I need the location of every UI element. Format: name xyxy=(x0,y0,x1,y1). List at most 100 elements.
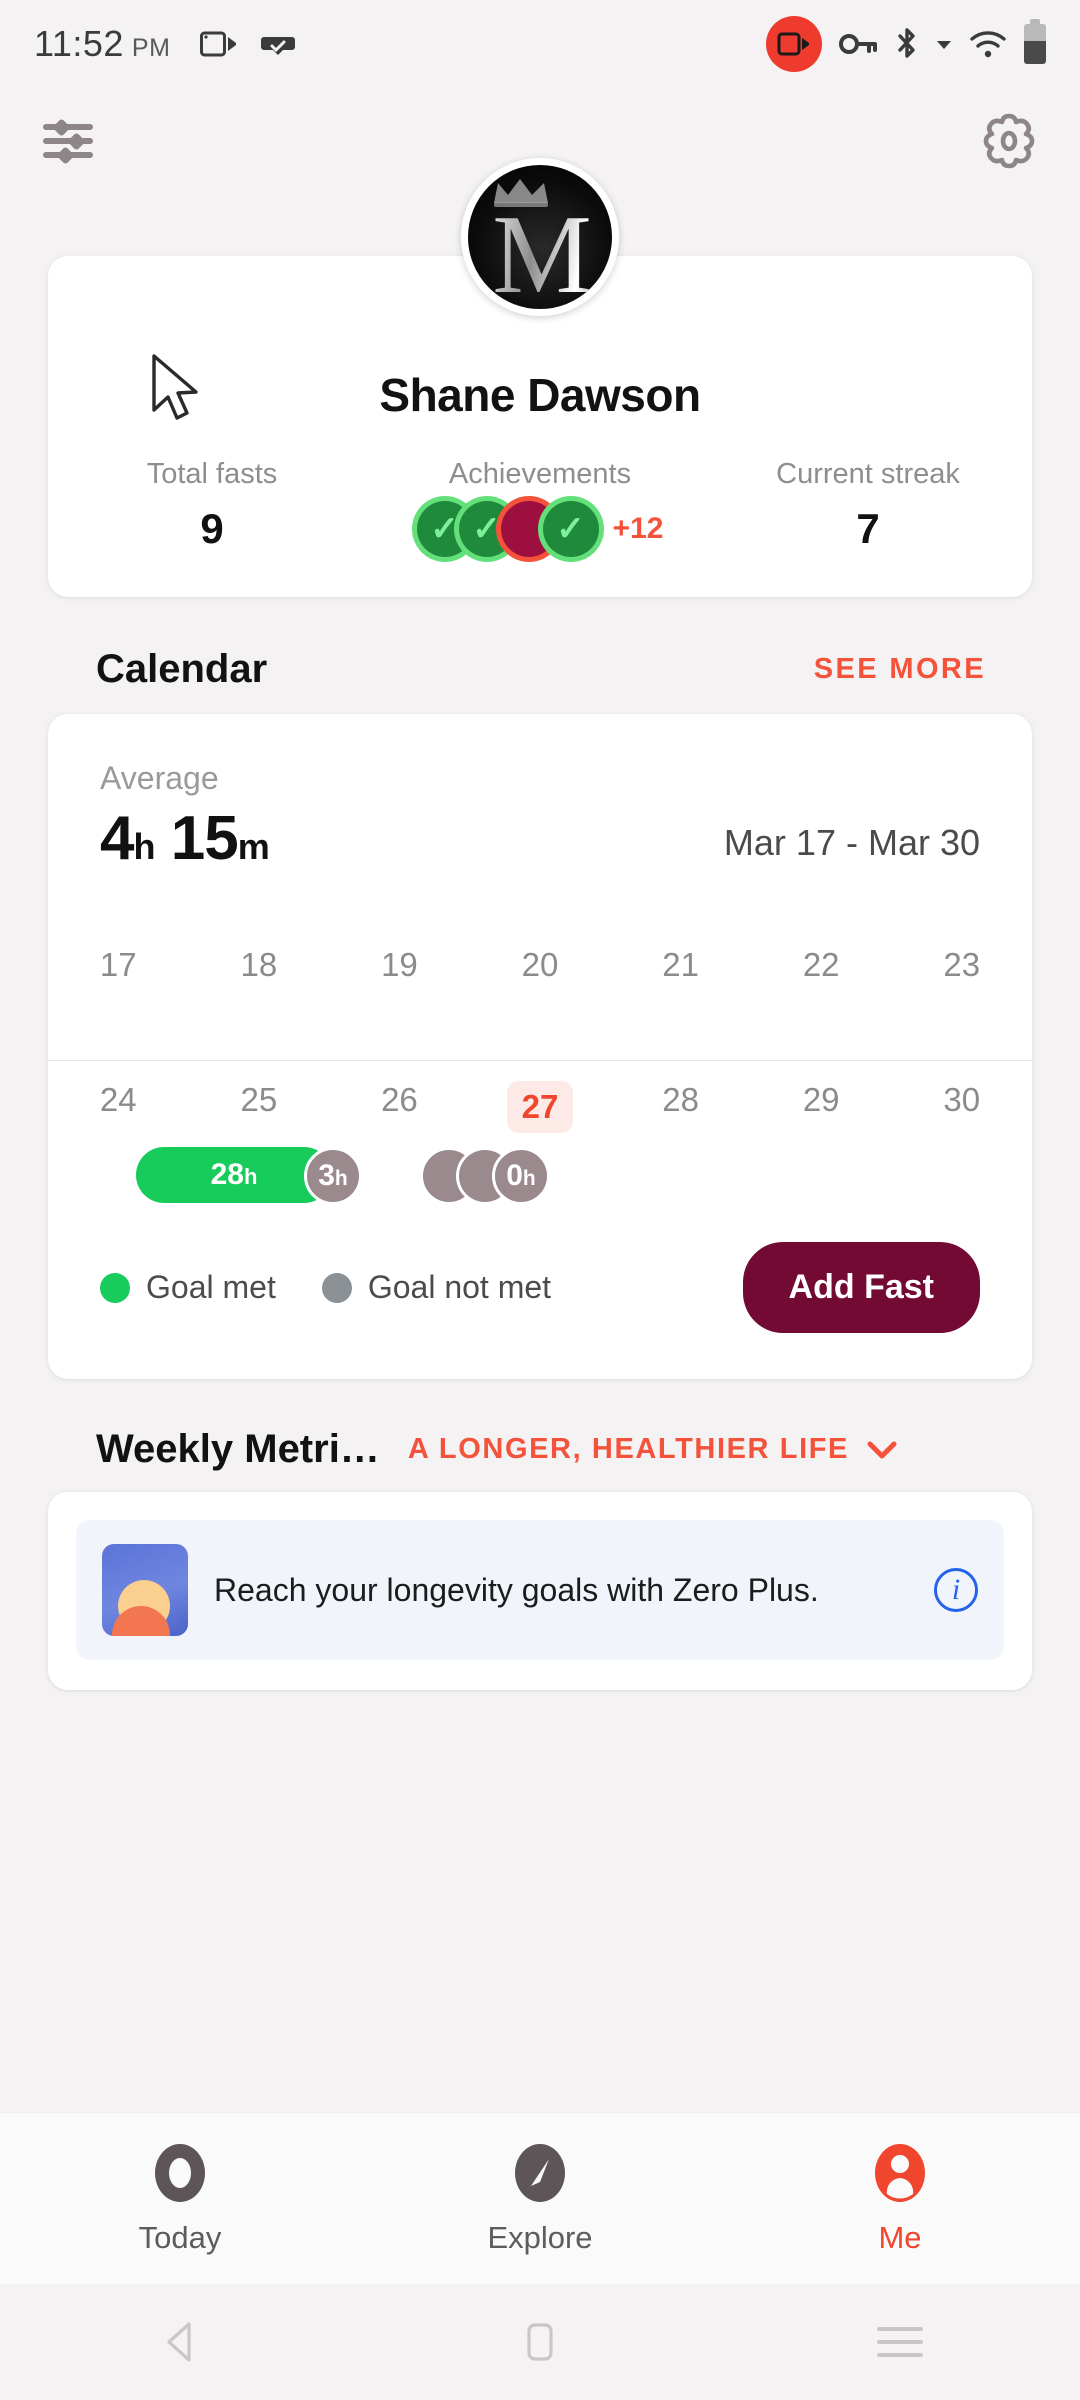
calendar-day-number: 20 xyxy=(521,946,559,983)
profile-section: M Shane Dawson Total fasts 9 Achievement… xyxy=(48,158,1032,597)
calendar-day-number: 17 xyxy=(99,946,137,983)
calendar-day-number: 23 xyxy=(943,946,981,983)
calendar-day[interactable]: 23 xyxy=(891,926,1032,1060)
fast-bar-value: 28 xyxy=(210,1158,244,1191)
legend-dot-icon xyxy=(100,1272,130,1303)
avatar-monogram: M xyxy=(468,199,612,309)
android-recents-button[interactable] xyxy=(720,2318,1080,2366)
fast-bar-unit: h xyxy=(243,1164,258,1189)
calendar-day-number: 26 xyxy=(381,1081,418,1118)
gear-icon[interactable] xyxy=(980,112,1038,175)
bluetooth-icon xyxy=(898,28,915,58)
nav-label: Today xyxy=(138,2219,222,2255)
status-bar-time: 11:52 xyxy=(34,23,124,64)
weekly-metrics-tag-label: A LONGER, HEALTHIER LIFE xyxy=(407,1433,849,1465)
fast-dot-unit: h xyxy=(522,1167,536,1190)
calendar-day[interactable]: 21 xyxy=(610,926,751,1060)
legend-goal-not-met: Goal not met xyxy=(321,1269,552,1306)
calendar-day[interactable]: 18 xyxy=(189,926,330,1060)
calendar-day[interactable]: 20 xyxy=(470,926,611,1060)
fast-bars-layer: 28h 3h 0h xyxy=(48,1147,1032,1217)
calendar-summary: Average 4h 15m Mar 17 - Mar 30 xyxy=(48,760,1032,874)
calendar-card: Average 4h 15m Mar 17 - Mar 30 17 18 19 … xyxy=(48,714,1032,1379)
vr-check-icon xyxy=(261,37,296,55)
bottom-navigation: Today Explore Me xyxy=(0,2112,1080,2284)
date-range: Mar 17 - Mar 30 xyxy=(723,822,980,863)
average-hours: 4 xyxy=(100,804,134,873)
calendar-day-number: 22 xyxy=(802,946,840,983)
calendar-day-number: 27 xyxy=(507,1081,574,1133)
wifi-dropdown-icon xyxy=(937,41,951,49)
avatar[interactable]: M xyxy=(461,158,619,316)
stat-total-fasts: Total fasts 9 xyxy=(48,458,376,557)
average-minutes: 15 xyxy=(170,804,239,873)
calendar-section-header: Calendar SEE MORE xyxy=(48,647,1032,692)
see-more-link[interactable]: SEE MORE xyxy=(814,653,986,686)
fast-dot-unit: h xyxy=(334,1167,348,1190)
calendar-day-number: 21 xyxy=(662,946,699,983)
calendar-week-row: 24 25 26 27 28 29 30 28h 3h 0h xyxy=(48,1060,1032,1205)
calendar-week-row: 17 18 19 20 21 22 23 xyxy=(48,926,1032,1060)
stat-label: Total fasts xyxy=(146,458,278,490)
status-bar-notification-icons xyxy=(200,28,296,60)
average-value: 4h 15m xyxy=(100,803,270,874)
home-square-icon xyxy=(527,2323,553,2361)
sliders-icon[interactable] xyxy=(42,118,100,169)
promo-banner[interactable]: Reach your longevity goals with Zero Plu… xyxy=(76,1520,1004,1660)
average-minutes-unit: m xyxy=(237,826,270,867)
calendar-day[interactable]: 17 xyxy=(48,926,189,1060)
fast-dot-value: 0 xyxy=(506,1159,523,1192)
calendar-grid: 17 18 19 20 21 22 23 24 25 26 27 28 29 3… xyxy=(48,926,1032,1205)
info-icon[interactable]: i xyxy=(934,1568,978,1612)
android-navigation-bar xyxy=(0,2284,1080,2400)
fast-bar-goal-met[interactable]: 28h xyxy=(136,1147,332,1203)
status-bar-ampm: PM xyxy=(131,34,171,62)
calendar-day-number: 29 xyxy=(802,1081,840,1118)
screen-record-icon xyxy=(766,16,822,72)
status-bar-clock: 11:52 PM xyxy=(34,23,170,65)
app-screen: 11:52 PM M Shane Dawson Total fasts 9 Ac… xyxy=(0,0,1080,2400)
calendar-day-number: 28 xyxy=(662,1081,699,1118)
legend-goal-met: Goal met xyxy=(100,1269,276,1306)
calendar-day-number: 24 xyxy=(99,1081,137,1118)
mouse-cursor-icon xyxy=(152,354,218,422)
wifi-icon xyxy=(970,31,1006,58)
achievement-badges[interactable]: ✓ ✓ ✓ +12 xyxy=(376,501,704,557)
status-bar: 11:52 PM xyxy=(0,0,1080,88)
calendar-average: Average 4h 15m xyxy=(100,760,270,874)
calendar-day-number: 25 xyxy=(240,1081,278,1118)
compass-icon xyxy=(515,2143,565,2202)
nav-item-explore[interactable]: Explore xyxy=(360,2142,720,2256)
add-fast-button[interactable]: Add Fast xyxy=(742,1242,980,1333)
stat-current-streak: Current streak 7 xyxy=(704,458,1032,557)
weekly-metrics-header: Weekly Metri… A LONGER, HEALTHIER LIFE xyxy=(48,1427,1032,1472)
average-label: Average xyxy=(100,760,219,796)
calendar-day-number: 18 xyxy=(240,946,278,983)
fast-dot-goal-not-met[interactable]: 0h xyxy=(492,1147,550,1205)
profile-stats: Total fasts 9 Achievements ✓ ✓ ✓ +12 Cur… xyxy=(48,458,1032,557)
legend-label: Goal not met xyxy=(367,1269,552,1305)
average-hours-unit: h xyxy=(133,826,155,867)
stat-value: 9 xyxy=(200,505,224,552)
chevron-down-icon[interactable] xyxy=(867,1440,897,1460)
promo-text: Reach your longevity goals with Zero Plu… xyxy=(214,1571,819,1608)
battery-icon xyxy=(1024,19,1046,64)
nav-label: Explore xyxy=(487,2219,593,2255)
fast-dot-goal-not-met[interactable]: 3h xyxy=(304,1147,362,1205)
nav-item-today[interactable]: Today xyxy=(0,2142,360,2256)
calendar-day[interactable]: 19 xyxy=(329,926,470,1060)
android-home-button[interactable] xyxy=(360,2320,720,2364)
longevity-thumbnail-icon xyxy=(102,1544,188,1636)
section-title-weekly-metrics: Weekly Metri… xyxy=(96,1427,380,1471)
fast-dot-value: 3 xyxy=(318,1159,335,1192)
back-triangle-icon xyxy=(167,2322,191,2362)
nav-item-me[interactable]: Me xyxy=(720,2142,1080,2256)
android-back-button[interactable] xyxy=(0,2320,360,2364)
weekly-metrics-tag[interactable]: A LONGER, HEALTHIER LIFE xyxy=(408,1433,897,1466)
stat-achievements[interactable]: Achievements ✓ ✓ ✓ +12 xyxy=(376,458,704,557)
calendar-day[interactable]: 22 xyxy=(751,926,892,1060)
ring-icon xyxy=(155,2143,205,2202)
legend-label: Goal met xyxy=(146,1269,276,1305)
status-bar-system-icons xyxy=(766,16,1046,72)
nav-label: Me xyxy=(878,2219,922,2255)
